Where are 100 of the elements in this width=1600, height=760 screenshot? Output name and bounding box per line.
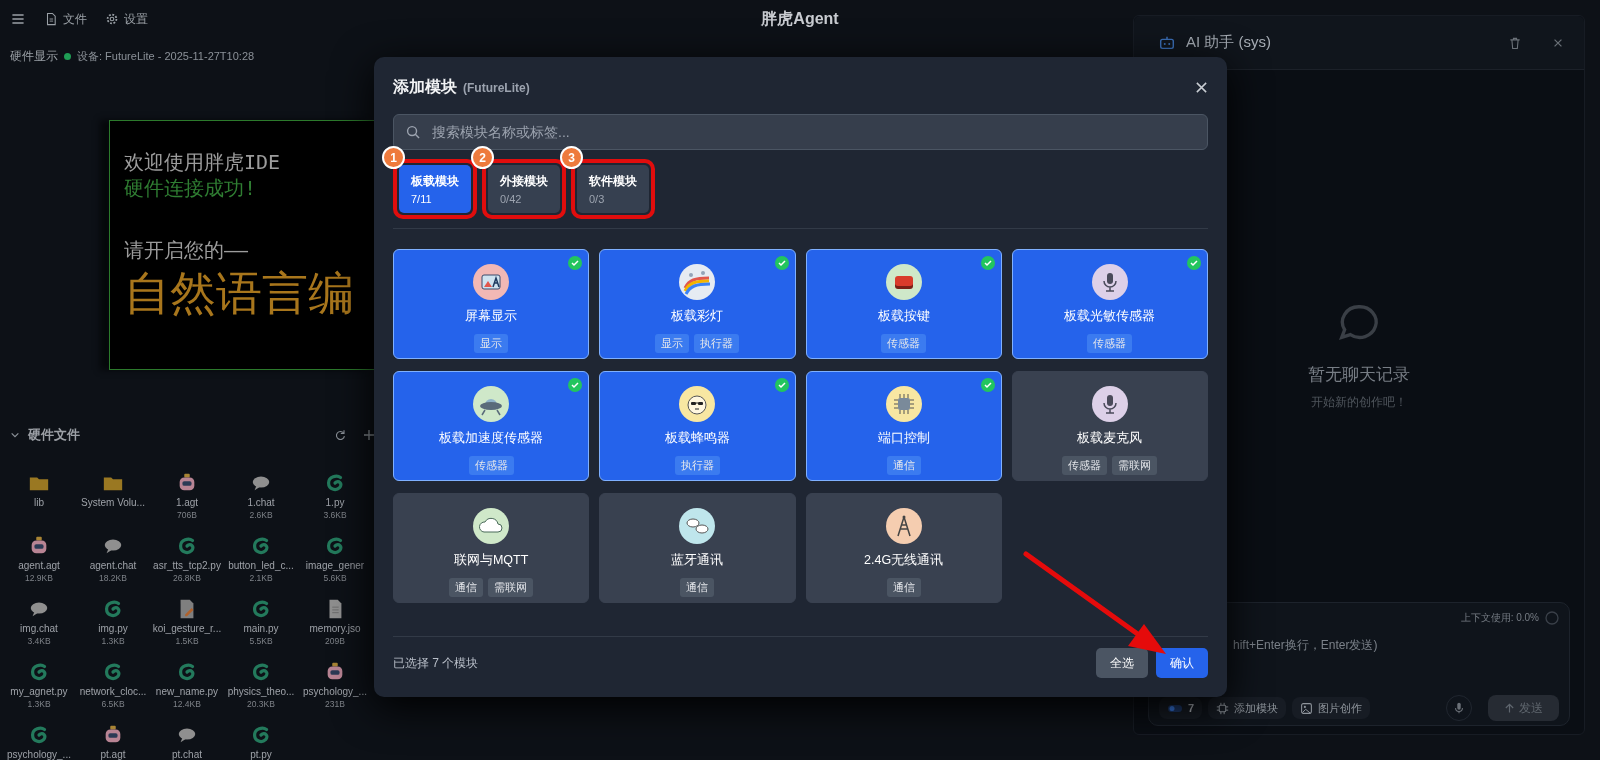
module-card[interactable]: 2.4G无线通讯 通信 <box>805 493 1002 603</box>
file-name: my_agnet.py <box>10 685 68 699</box>
file-size: 1.3KB <box>27 699 51 710</box>
plus-icon[interactable] <box>364 430 374 440</box>
refresh-icon[interactable] <box>334 429 346 441</box>
module-tag: 显示 <box>655 334 690 353</box>
cloud-icon <box>473 508 510 544</box>
module-card[interactable]: 板载彩灯 显示 执行器 <box>599 249 796 359</box>
file-size: 1.3KB <box>101 636 125 647</box>
module-name: 板载麦克风 <box>1077 430 1143 447</box>
display-text: 自然语言编 <box>124 265 355 321</box>
file-name: network_cloc... <box>79 685 147 699</box>
module-card[interactable]: 板载按键 传感器 <box>805 249 1002 359</box>
module-name: 蓝牙通讯 <box>671 552 724 569</box>
file-size: 231B <box>325 699 345 710</box>
display-text: 硬件连接成功! <box>124 175 258 201</box>
file-name: main.py <box>243 622 279 636</box>
file-menu[interactable]: 文件 <box>44 10 87 28</box>
add-module-button[interactable]: 添加模块 <box>1208 697 1287 719</box>
file-name: asr_tts_tcp2.py <box>153 559 221 573</box>
module-card[interactable]: 板载光敏传感器 传感器 <box>1011 249 1208 359</box>
device-status: 设备: FutureLite - 2025-11-27T10:28 <box>77 48 255 64</box>
check-icon <box>774 378 789 392</box>
message-field[interactable]: hift+Enter换行，Enter发送) <box>1233 625 1559 695</box>
select-all-button[interactable]: 全选 <box>1096 648 1148 678</box>
module-card[interactable]: 端口控制 通信 <box>805 371 1002 481</box>
module-tag: 执行器 <box>674 456 720 475</box>
chat-bubbles-icon <box>679 508 716 544</box>
module-count-toggle[interactable]: 7 <box>1159 697 1203 719</box>
microphone-icon <box>1091 264 1128 300</box>
module-tag: 传感器 <box>1087 334 1133 353</box>
file-size: 2.1KB <box>249 573 273 584</box>
picture-frame-icon <box>473 264 510 300</box>
file-name: physics_theo... <box>227 685 295 699</box>
module-tag: 需联网 <box>488 578 534 597</box>
usage-ring-icon <box>1545 611 1559 625</box>
module-name: 联网与MQTT <box>453 552 529 569</box>
image-create-button[interactable]: 图片创作 <box>1292 697 1371 719</box>
module-name: 屏幕显示 <box>465 308 518 325</box>
sunglasses-face-icon <box>679 386 716 422</box>
module-tag: 通信 <box>680 578 715 597</box>
section-title: 硬件文件 <box>28 426 81 444</box>
search-field[interactable]: 搜索模块名称或标签... <box>393 113 1208 150</box>
document-icon <box>44 12 58 26</box>
file-size: 18.2KB <box>99 573 127 584</box>
trash-icon[interactable] <box>1508 35 1522 50</box>
file-size: 3.6KB <box>323 510 347 521</box>
file-name: psychology_... <box>303 685 367 699</box>
empty-subtitle: 开始新的创作吧！ <box>1311 394 1407 411</box>
module-name: 板载光敏传感器 <box>1064 308 1156 325</box>
module-card[interactable]: 板载麦克风 传感器 需联网 <box>1011 371 1208 481</box>
module-name: 板载加速度传感器 <box>439 430 544 447</box>
file-size: 20.3KB <box>247 699 275 710</box>
file-name: agent.agt <box>18 559 60 573</box>
file-size: 5.5KB <box>249 636 273 647</box>
saucer-icon <box>473 386 510 422</box>
empty-title: 暂无聊天记录 <box>1308 364 1410 386</box>
module-tag: 执行器 <box>694 334 740 353</box>
category-tab[interactable]: 外接模块 0/42 <box>488 165 560 213</box>
file-name: new_name.py <box>155 685 219 699</box>
context-usage: 上下文使用: 0.0% <box>1460 611 1539 625</box>
file-name: pt.agt <box>100 748 126 760</box>
file-name: 1.py <box>325 496 345 510</box>
display-text: 请开启您的—— <box>124 237 250 263</box>
module-tag: 传感器 <box>881 334 927 353</box>
rainbow-icon <box>679 264 716 300</box>
file-name: img.chat <box>20 622 58 636</box>
key-icon <box>885 264 922 300</box>
module-tag: 通信 <box>449 578 484 597</box>
check-icon <box>568 378 583 392</box>
search-input[interactable]: 搜索模块名称或标签... <box>430 122 1195 141</box>
module-tag: 通信 <box>886 456 921 475</box>
menu-icon <box>10 11 26 27</box>
module-card[interactable]: 板载蜂鸣器 执行器 <box>599 371 796 481</box>
category-tab[interactable]: 板载模块 7/11 <box>399 165 471 213</box>
confirm-button[interactable]: 确认 <box>1156 648 1208 678</box>
module-tag: 传感器 <box>1062 456 1108 475</box>
file-name: button_led_c... <box>228 559 294 573</box>
menu-button[interactable] <box>10 11 26 27</box>
module-name: 板载彩灯 <box>671 308 724 325</box>
microphone-icon <box>1453 701 1465 715</box>
module-card[interactable]: 板载加速度传感器 传感器 <box>393 371 590 481</box>
file-name: lib <box>34 496 44 510</box>
close-icon[interactable] <box>1195 81 1208 95</box>
file-name: img.py <box>98 622 128 636</box>
file-size: 6.5KB <box>101 699 125 710</box>
arrow-up-icon <box>1504 702 1515 714</box>
module-name: 2.4G无线通讯 <box>864 552 944 569</box>
antenna-tower-icon <box>885 508 922 544</box>
category-tab[interactable]: 软件模块 0/3 <box>577 165 649 213</box>
chevron-icon[interactable] <box>10 430 20 440</box>
settings-menu[interactable]: 设置 <box>105 10 148 28</box>
check-icon <box>1187 256 1201 270</box>
module-card[interactable]: 联网与MQTT 通信 需联网 <box>393 493 590 603</box>
file-size: 12.4KB <box>173 699 201 710</box>
file-name: memory.jso <box>309 622 361 636</box>
module-card[interactable]: 蓝牙通讯 通信 <box>599 493 796 603</box>
panel-title: AI 助手 (sys) <box>1186 33 1272 52</box>
module-card[interactable]: 屏幕显示 显示 <box>393 249 590 359</box>
search-icon <box>406 124 420 139</box>
